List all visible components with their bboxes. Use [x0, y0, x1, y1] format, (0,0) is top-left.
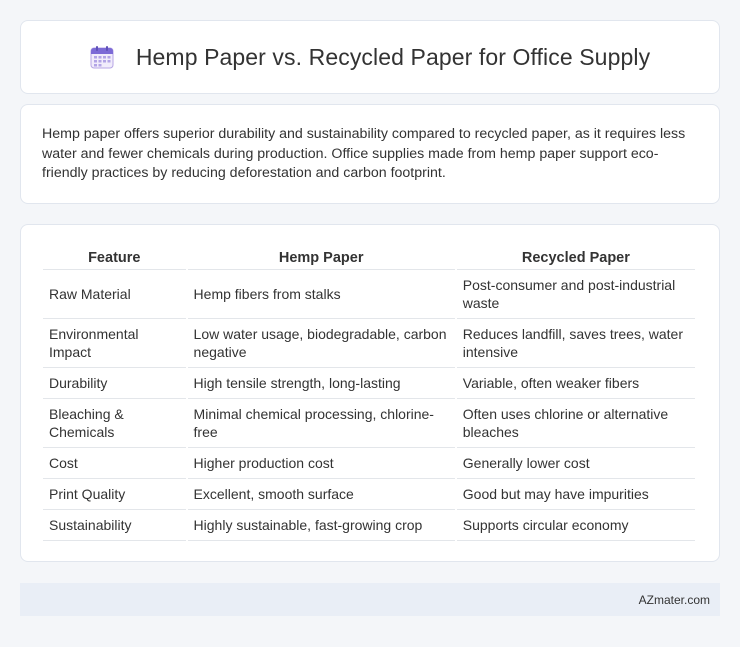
cell-hemp: High tensile strength, long-lasting — [187, 368, 455, 399]
cell-recycled: Generally lower cost — [456, 448, 695, 479]
header-recycled-paper: Recycled Paper — [456, 245, 695, 270]
page-title: Hemp Paper vs. Recycled Paper for Office… — [135, 43, 651, 70]
cell-hemp: Minimal chemical processing, chlorine-fr… — [187, 399, 455, 448]
cell-feature: Environmental Impact — [43, 319, 186, 368]
table-row: Sustainability Highly sustainable, fast-… — [43, 510, 695, 541]
cell-feature: Durability — [43, 368, 186, 399]
cell-hemp: Highly sustainable, fast-growing crop — [187, 510, 455, 541]
cell-recycled: Reduces landfill, saves trees, water int… — [456, 319, 695, 368]
header-feature: Feature — [43, 245, 186, 270]
table-row: Print Quality Excellent, smooth surface … — [43, 479, 695, 510]
cell-feature: Raw Material — [43, 270, 186, 319]
title-wrap: Hemp Paper vs. Recycled Paper for Office… — [90, 44, 650, 71]
header-hemp-paper: Hemp Paper — [187, 245, 455, 270]
cell-recycled: Good but may have impurities — [456, 479, 695, 510]
table-card: Feature Hemp Paper Recycled Paper Raw Ma… — [20, 224, 720, 562]
table-header-row: Feature Hemp Paper Recycled Paper — [43, 245, 695, 270]
cell-feature: Bleaching & Chemicals — [43, 399, 186, 448]
cell-recycled: Supports circular economy — [456, 510, 695, 541]
cell-recycled: Post-consumer and post-industrial waste — [456, 270, 695, 319]
cell-recycled: Often uses chlorine or alternative bleac… — [456, 399, 695, 448]
cell-feature: Sustainability — [43, 510, 186, 541]
table-row: Raw Material Hemp fibers from stalks Pos… — [43, 270, 695, 319]
table-row: Durability High tensile strength, long-l… — [43, 368, 695, 399]
cell-hemp: Excellent, smooth surface — [187, 479, 455, 510]
cell-feature: Cost — [43, 448, 186, 479]
intro-text: Hemp paper offers superior durability an… — [42, 126, 686, 181]
calendar-icon — [90, 45, 114, 69]
cell-recycled: Variable, often weaker fibers — [456, 368, 695, 399]
intro-card: Hemp paper offers superior durability an… — [20, 104, 720, 204]
cell-hemp: Higher production cost — [187, 448, 455, 479]
comparison-table: Feature Hemp Paper Recycled Paper Raw Ma… — [41, 245, 697, 541]
table-row: Cost Higher production cost Generally lo… — [43, 448, 695, 479]
footer-bar: AZmater.com — [20, 583, 720, 616]
table-row: Bleaching & Chemicals Minimal chemical p… — [43, 399, 695, 448]
cell-feature: Print Quality — [43, 479, 186, 510]
table-row: Environmental Impact Low water usage, bi… — [43, 319, 695, 368]
cell-hemp: Low water usage, biodegradable, carbon n… — [187, 319, 455, 368]
title-card: Hemp Paper vs. Recycled Paper for Office… — [20, 20, 720, 94]
cell-hemp: Hemp fibers from stalks — [187, 270, 455, 319]
footer-site-credit: AZmater.com — [638, 592, 710, 607]
